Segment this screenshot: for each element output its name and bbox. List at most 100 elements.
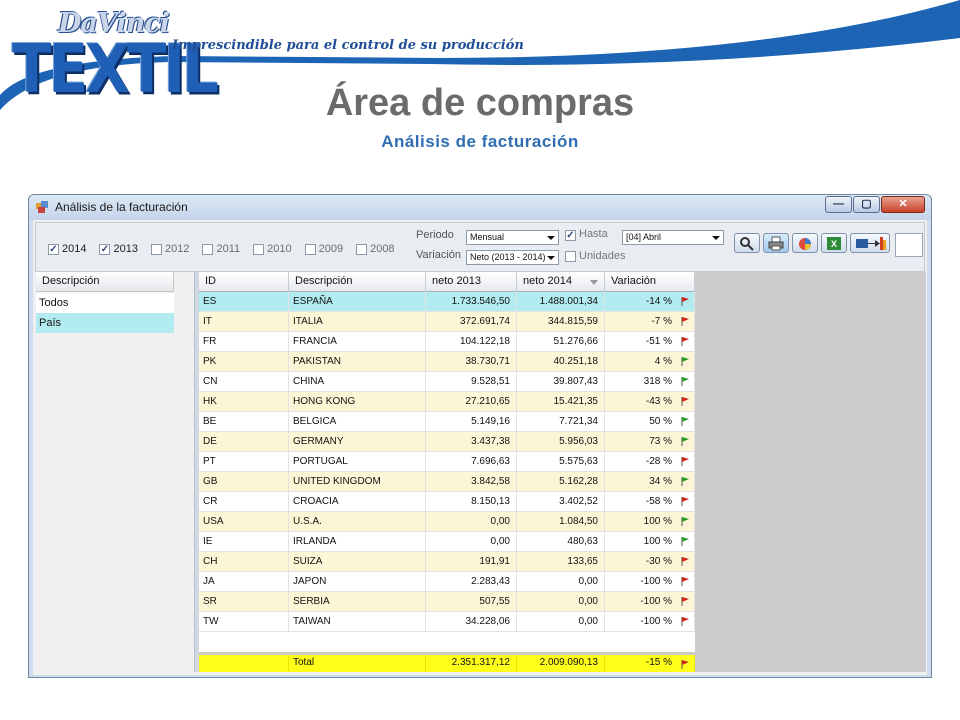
table-row[interactable]: JA JAPON 2.283,43 0,00 -100 % — [199, 572, 695, 592]
table-row[interactable]: SR SERBIA 507,55 0,00 -100 % — [199, 592, 695, 612]
periodo-select[interactable]: Mensual — [466, 230, 559, 245]
app-icon — [36, 201, 48, 213]
column-header-neto-2014-label: neto 2014 — [523, 275, 572, 287]
cell-neto-2014: 0,00 — [517, 592, 605, 612]
variacion-value: 100 % — [643, 516, 672, 527]
cell-variacion: -100 % — [605, 612, 695, 632]
year-checkbox-2014[interactable]: ✓ — [48, 243, 59, 255]
empty-field[interactable] — [895, 233, 923, 257]
variacion-value: -58 % — [645, 496, 672, 507]
window-titlebar[interactable]: Análisis de la facturación — ▢ ✕ — [29, 195, 931, 220]
year-option-2012[interactable]: 2012 — [150, 243, 189, 255]
table-row[interactable]: DE GERMANY 3.437,38 5.956,03 73 % — [199, 432, 695, 452]
hasta-select[interactable]: [04] Abril — [622, 230, 724, 245]
year-option-2014[interactable]: ✓ 2014 — [48, 243, 86, 255]
maximize-button[interactable]: ▢ — [853, 196, 880, 213]
cell-neto-2014: 3.402,52 — [517, 492, 605, 512]
table-row[interactable]: ES ESPAÑA 1.733.546,50 1.488.001,34 -14 % — [199, 292, 695, 312]
cell-variacion: -100 % — [605, 572, 695, 592]
flag-red-icon — [681, 397, 689, 406]
hasta-checkbox[interactable]: ✓ — [565, 230, 576, 241]
total-row: Total 2.351.317,12 2.009.090,13 -15 % — [199, 655, 695, 672]
cell-variacion: 34 % — [605, 472, 695, 492]
chart-button[interactable] — [792, 233, 818, 253]
year-option-2009[interactable]: 2009 — [304, 243, 344, 255]
cell-neto-2013: 9.528,51 — [426, 372, 517, 392]
cell-neto-2013: 34.228,06 — [426, 612, 517, 632]
year-option-2011[interactable]: 2011 — [202, 243, 240, 255]
cell-neto-2014: 5.956,03 — [517, 432, 605, 452]
export-icon — [856, 237, 886, 250]
year-checkbox-2009[interactable] — [304, 243, 316, 255]
cell-descripcion: PORTUGAL — [289, 452, 426, 472]
year-checkbox-2011[interactable] — [202, 243, 214, 255]
cell-neto-2013: 0,00 — [426, 532, 517, 552]
year-checkbox-2008[interactable] — [356, 243, 368, 255]
flag-green-icon — [681, 417, 689, 426]
minimize-button[interactable]: — — [825, 196, 852, 213]
cell-neto-2013: 104.122,18 — [426, 332, 517, 352]
table-row[interactable]: PT PORTUGAL 7.696,63 5.575,63 -28 % — [199, 452, 695, 472]
cell-variacion: 73 % — [605, 432, 695, 452]
excel-button[interactable]: X — [821, 233, 847, 253]
table-row[interactable]: CR CROACIA 8.150,13 3.402,52 -58 % — [199, 492, 695, 512]
excel-icon: X — [827, 237, 841, 250]
cell-neto-2014: 51.276,66 — [517, 332, 605, 352]
column-header-neto-2014[interactable]: neto 2014 — [517, 272, 605, 292]
table-row[interactable]: PK PAKISTAN 38.730,71 40.251,18 4 % — [199, 352, 695, 372]
year-label: 2009 — [318, 243, 344, 255]
table-row[interactable]: IE IRLANDA 0,00 480,63 100 % — [199, 532, 695, 552]
print-button[interactable] — [763, 233, 789, 253]
year-checkbox-2012[interactable] — [150, 243, 162, 255]
column-header-neto-2013[interactable]: neto 2013 — [426, 272, 517, 292]
column-header-variacion[interactable]: Variación — [605, 272, 695, 292]
year-label: 2008 — [370, 243, 395, 255]
column-header-descripcion[interactable]: Descripción — [289, 272, 426, 292]
cell-neto-2013: 5.149,16 — [426, 412, 517, 432]
year-option-2008[interactable]: 2008 — [356, 243, 395, 255]
cell-descripcion: ITALIA — [289, 312, 426, 332]
year-checkbox-2013[interactable]: ✓ — [99, 243, 111, 255]
table-row[interactable]: BE BELGICA 5.149,16 7.721,34 50 % — [199, 412, 695, 432]
cell-id: CR — [199, 492, 289, 512]
export-button[interactable] — [850, 233, 890, 253]
table-row[interactable]: TW TAIWAN 34.228,06 0,00 -100 % — [199, 612, 695, 632]
search-button[interactable] — [734, 233, 760, 253]
flag-red-icon — [681, 337, 689, 346]
table-row[interactable]: CN CHINA 9.528,51 39.807,43 318 % — [199, 372, 695, 392]
year-option-2010[interactable]: 2010 — [253, 243, 292, 255]
table-row[interactable]: GB UNITED KINGDOM 3.842,58 5.162,28 34 % — [199, 472, 695, 492]
grid-header: ID Descripción neto 2013 neto 2014 Varia… — [199, 272, 695, 292]
periodo-label: Periodo — [416, 229, 454, 241]
cell-descripcion: FRANCIA — [289, 332, 426, 352]
year-label: 2013 — [113, 243, 138, 255]
cell-id: PT — [199, 452, 289, 472]
table-row[interactable]: CH SUIZA 191,91 133,65 -30 % — [199, 552, 695, 572]
variacion-select[interactable]: Neto (2013 - 2014) — [466, 250, 559, 265]
year-option-2013[interactable]: ✓ 2013 — [99, 243, 138, 255]
variacion-value: -100 % — [640, 576, 672, 587]
list-item-pais[interactable]: País — [36, 313, 174, 333]
cell-neto-2014: 0,00 — [517, 612, 605, 632]
window-client: ✓ 2014 ✓ 2013 2012 2011 2010 2009 2008 Periodo M… — [33, 220, 927, 675]
cell-id: TW — [199, 612, 289, 632]
cell-neto-2014: 5.575,63 — [517, 452, 605, 472]
year-checkbox-2010[interactable] — [253, 243, 265, 255]
close-button[interactable]: ✕ — [881, 196, 925, 213]
table-row[interactable]: IT ITALIA 372.691,74 344.815,59 -7 % — [199, 312, 695, 332]
unidades-checkbox[interactable] — [565, 251, 576, 262]
variacion-value: -51 % — [645, 336, 672, 347]
table-row[interactable]: FR FRANCIA 104.122,18 51.276,66 -51 % — [199, 332, 695, 352]
cell-descripcion: JAPON — [289, 572, 426, 592]
flag-red-icon — [681, 497, 689, 506]
table-row[interactable]: HK HONG KONG 27.210,65 15.421,35 -43 % — [199, 392, 695, 412]
column-header-id[interactable]: ID — [199, 272, 289, 292]
cell-neto-2014: 344.815,59 — [517, 312, 605, 332]
list-item-todos[interactable]: Todos — [36, 293, 174, 313]
table-row[interactable]: USA U.S.A. 0,00 1.084,50 100 % — [199, 512, 695, 532]
flag-red-icon — [681, 297, 689, 306]
flag-green-icon — [681, 477, 689, 486]
dimension-list-header[interactable]: Descripción — [36, 272, 174, 292]
cell-id: BE — [199, 412, 289, 432]
cell-variacion: -51 % — [605, 332, 695, 352]
